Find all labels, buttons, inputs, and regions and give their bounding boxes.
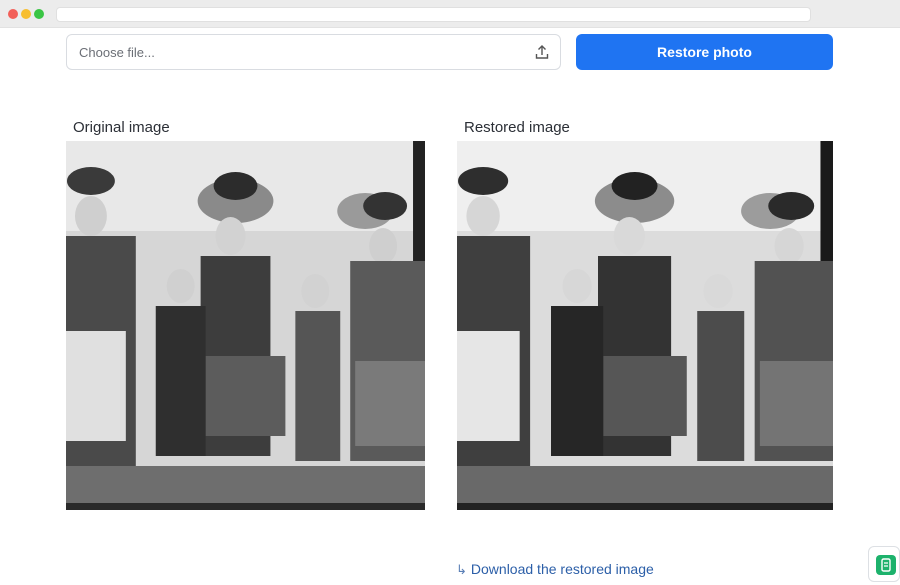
browser-window: Choose file... Restore photo Original im… [0,0,900,585]
chat-widget-button[interactable] [868,546,900,582]
download-arrow-icon: ↳ [456,562,467,577]
download-restored-link[interactable]: ↳ Download the restored image [456,561,654,578]
maximize-window-dot[interactable] [34,9,44,19]
upload-icon[interactable] [534,44,550,60]
close-window-dot[interactable] [8,9,18,19]
minimize-window-dot[interactable] [21,9,31,19]
address-bar[interactable] [56,7,811,22]
restored-image-label: Restored image [464,119,570,136]
original-image [66,141,425,510]
restore-photo-button[interactable]: Restore photo [576,34,833,70]
document-list-icon [876,555,896,575]
restored-image [457,141,833,510]
original-image-label: Original image [73,119,170,136]
browser-title-bar [0,0,900,28]
file-picker-input[interactable]: Choose file... [66,34,561,70]
file-picker-placeholder: Choose file... [79,45,155,60]
download-link-label: Download the restored image [470,561,654,577]
